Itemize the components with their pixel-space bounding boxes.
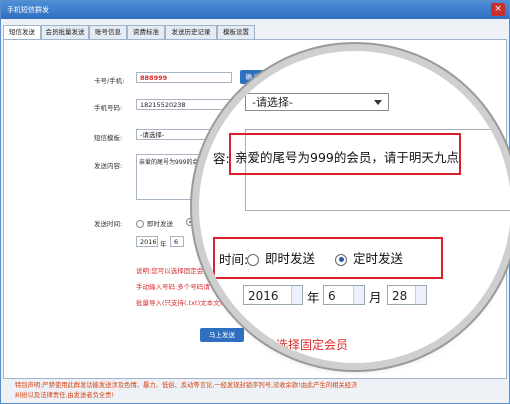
disclaimer: 特别声明:严禁使用此群发功能发送涉及色情、暴力、低俗、反动等言论,一经发现封锁序… <box>15 381 495 401</box>
magnified-radio-now: 即时发送 <box>247 248 315 267</box>
magnified-month-spinner: 6 <box>323 285 365 305</box>
magnified-year-unit: 年 <box>307 290 320 305</box>
magnified-radio-scheduled-label: 定时发送 <box>353 251 404 266</box>
tab-template-settings[interactable]: 模板设置 <box>217 25 255 39</box>
card-label: 卡号/手机: <box>94 77 125 85</box>
magnified-footer-text: (1)选择固定会员 <box>259 338 348 352</box>
magnified-content-text: 亲爱的尾号为999的会员，请于明天九点 <box>235 150 459 165</box>
magnified-day-spinner: 28 <box>387 285 427 305</box>
magnified-time-label: 时间: <box>219 252 249 267</box>
chevron-down-icon <box>374 100 382 105</box>
magnified-radio-scheduled: 定时发送 <box>335 248 403 267</box>
magnified-send-button <box>209 336 257 354</box>
magnified-day-value: 28 <box>392 289 408 303</box>
phone-label: 手机号码: <box>94 104 123 112</box>
radio-now-label: 即时发送 <box>147 220 173 228</box>
magnified-content-label: 容: <box>213 151 230 166</box>
spinner-arrows-icon <box>353 286 364 304</box>
close-button[interactable]: × <box>491 3 505 16</box>
magnified-month-unit: 月 <box>369 290 382 305</box>
magnified-template-select: -请选择- <box>245 93 389 111</box>
radio-scheduled[interactable] <box>186 218 197 226</box>
time-label: 发送时间: <box>94 220 123 228</box>
template-label: 短信模板: <box>94 134 123 142</box>
radio-now-icon <box>136 220 144 228</box>
disclaimer-line-2: 纠纷以及法律责任,由发送者负全责! <box>15 392 114 399</box>
tab-pricing[interactable]: 资费标准 <box>127 25 165 39</box>
note-fixed-member: 说明:您可以选择固定会 <box>136 267 204 275</box>
magnified-year-value: 2016 <box>248 289 279 303</box>
magnified-select-value: -请选择- <box>252 96 293 109</box>
spinner-arrows-icon <box>415 286 426 304</box>
window-title: 手机短信群发 <box>7 6 49 14</box>
spinner-arrows-icon <box>291 286 302 304</box>
magnified-year-spinner: 2016 <box>243 285 303 305</box>
magnified-radio-now-label: 即时发送 <box>265 251 316 266</box>
year-input[interactable]: 2016 <box>136 236 158 247</box>
tab-account-info[interactable]: 账号信息 <box>89 25 127 39</box>
year-unit: 年 <box>160 240 167 248</box>
content-label: 发送内容: <box>94 162 123 170</box>
magnifier-lens: -请选择- 容: 亲爱的尾号为999的会员，请于明天九点 时间: 即时发送 定时… <box>199 51 510 363</box>
tab-send-history[interactable]: 发送历史记录 <box>165 25 217 39</box>
magnified-view: -请选择- 容: 亲爱的尾号为999的会员，请于明天九点 时间: 即时发送 定时… <box>199 51 510 363</box>
radio-scheduled-icon <box>186 218 194 226</box>
radio-checked-icon <box>335 253 347 266</box>
disclaimer-line-1: 特别声明:严禁使用此群发功能发送涉及色情、暴力、低俗、反动等言论,一经发现封锁序… <box>15 382 358 389</box>
month-input[interactable]: 6 <box>170 236 184 247</box>
tab-sms-send[interactable]: 短信发送 <box>3 25 41 40</box>
magnified-month-value: 6 <box>328 289 336 303</box>
title-bar: 手机短信群发 × <box>1 1 509 19</box>
radio-unchecked-icon <box>247 253 259 266</box>
radio-now[interactable]: 即时发送 <box>136 218 173 228</box>
tab-member-batch[interactable]: 会员批量发送 <box>41 25 89 39</box>
